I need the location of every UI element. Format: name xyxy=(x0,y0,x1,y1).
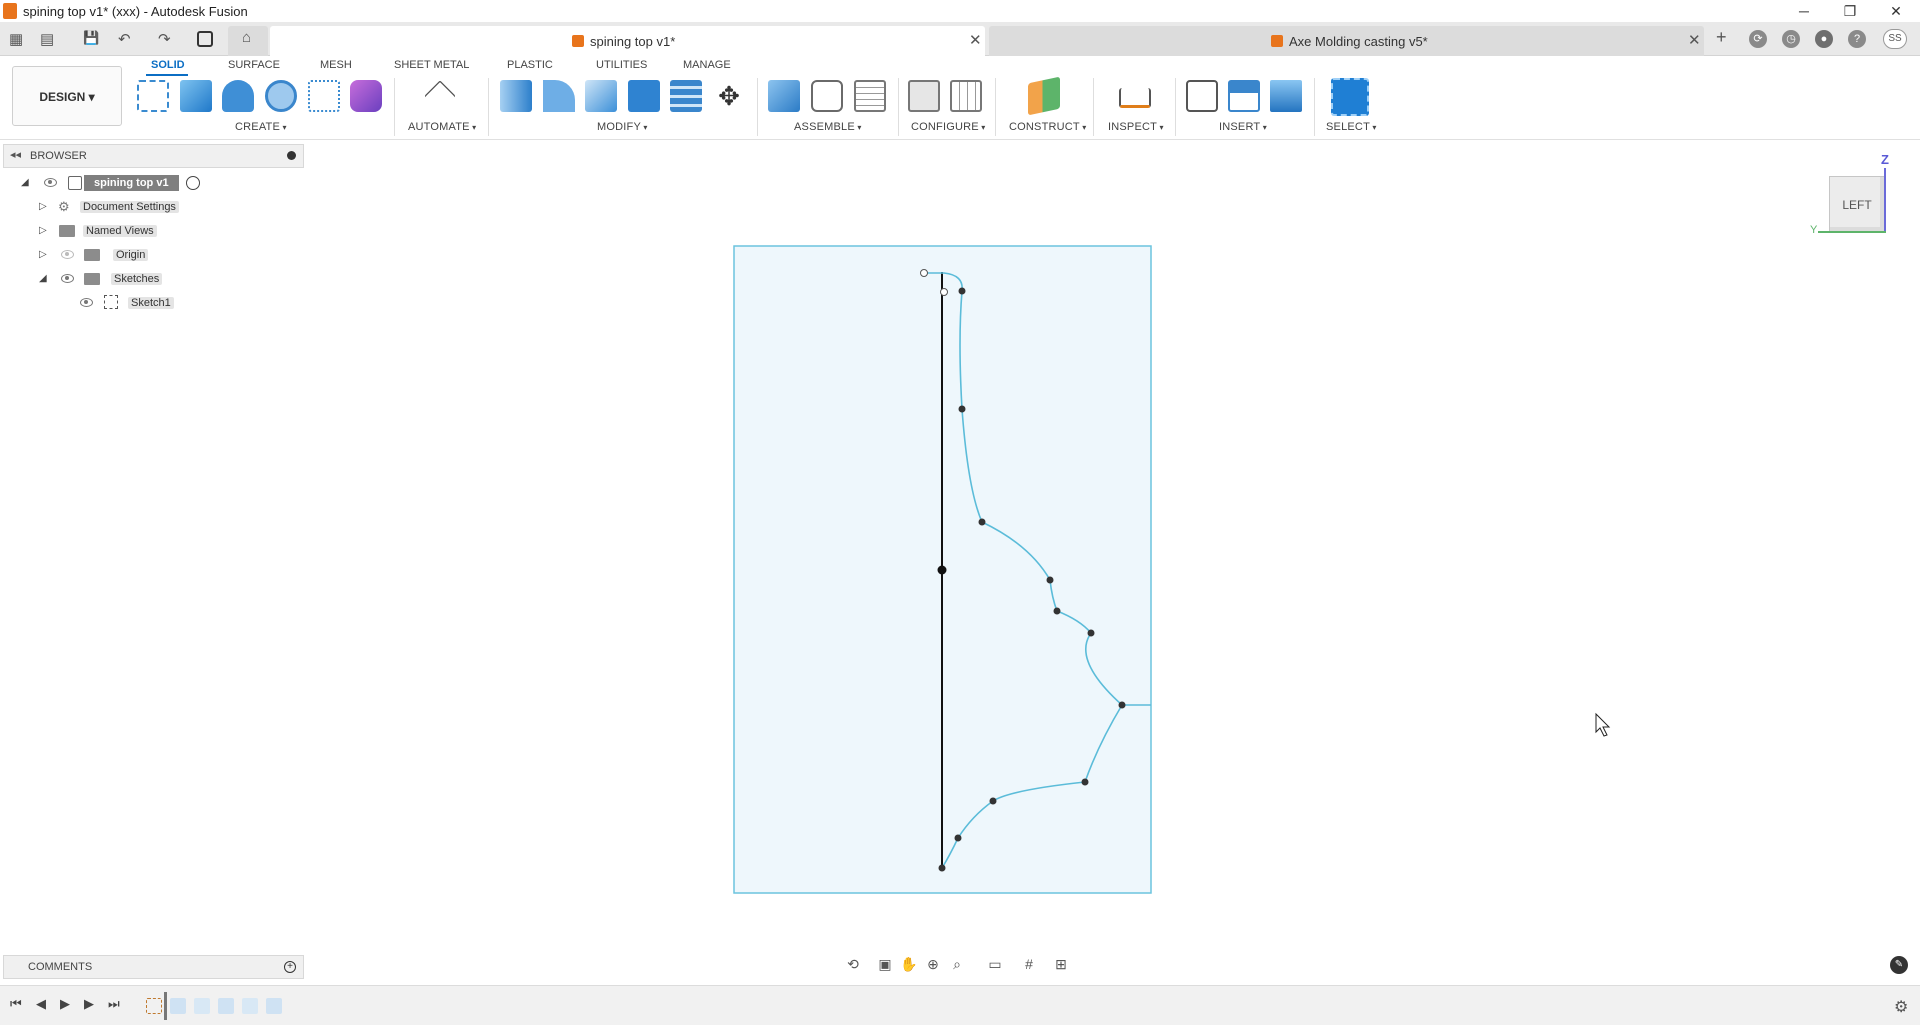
axis-y-label: Y xyxy=(1810,224,1818,236)
timeline-feature-icon[interactable] xyxy=(218,998,234,1014)
sketch-point[interactable] xyxy=(978,518,986,526)
axis-z-line xyxy=(1884,168,1886,232)
sketch-point[interactable] xyxy=(1087,629,1095,637)
timeline-feature-icon[interactable] xyxy=(266,998,282,1014)
text-commands-icon[interactable]: ✎ xyxy=(1890,956,1908,974)
sketch-point[interactable] xyxy=(1053,607,1061,615)
sketch-point[interactable] xyxy=(954,834,962,842)
sketch-point[interactable] xyxy=(1081,778,1089,786)
mouse-cursor-icon xyxy=(1595,712,1611,737)
timeline-last-button[interactable]: ⏭ xyxy=(108,996,120,1012)
display-settings-icon[interactable]: ▭ xyxy=(986,955,1004,973)
axis-z-label: Z xyxy=(1881,152,1889,167)
axis-midpoint[interactable] xyxy=(937,565,947,575)
viewcube[interactable]: LEFT xyxy=(1829,176,1885,232)
axis-y-line xyxy=(1818,231,1886,233)
timeline-play-button[interactable]: ▶ xyxy=(60,996,70,1012)
comments-panel-header[interactable]: COMMENTS + xyxy=(3,955,304,979)
zoom-icon[interactable]: ⊕ xyxy=(924,955,942,973)
grid-settings-icon[interactable]: # xyxy=(1020,955,1038,973)
sketch-point[interactable] xyxy=(940,288,948,296)
sketch-point[interactable] xyxy=(1046,576,1054,584)
sketch-point[interactable] xyxy=(938,864,946,872)
sketch-point[interactable] xyxy=(920,269,928,277)
timeline-feature-icon[interactable] xyxy=(170,998,186,1014)
timeline-sketch-icon[interactable] xyxy=(146,998,162,1014)
sketch-canvas[interactable] xyxy=(0,0,1920,1025)
add-comment-icon[interactable]: + xyxy=(284,961,296,973)
look-at-icon[interactable]: ▣ xyxy=(876,955,894,973)
timeline-feature-icon[interactable] xyxy=(194,998,210,1014)
sketch-point[interactable] xyxy=(958,405,966,413)
timeline-settings-gear-icon[interactable]: ⚙ xyxy=(1894,997,1908,1017)
viewports-icon[interactable]: ⊞ xyxy=(1052,955,1070,973)
timeline-next-button[interactable]: ▶ xyxy=(84,996,94,1012)
orbit-icon[interactable]: ⟲ xyxy=(844,955,862,973)
timeline-marker[interactable] xyxy=(164,992,167,1020)
sketch-point[interactable] xyxy=(1118,701,1126,709)
timeline-previous-button[interactable]: ◀ xyxy=(36,996,46,1012)
fit-icon[interactable]: ⌕ xyxy=(948,955,966,973)
timeline-feature-icon[interactable] xyxy=(242,998,258,1014)
navigation-bar: ⟲ ▣ ✋ ⊕ ⌕ ▭ # ⊞ xyxy=(840,952,1080,976)
pan-icon[interactable]: ✋ xyxy=(900,955,918,973)
timeline-first-button[interactable]: ⏮ xyxy=(10,996,22,1012)
sketch-point[interactable] xyxy=(958,287,966,295)
comments-title: COMMENTS xyxy=(28,961,93,973)
timeline-bar: ⏮ ◀ ▶ ▶ ⏭ ⚙ xyxy=(0,985,1920,1025)
sketch-point[interactable] xyxy=(989,797,997,805)
